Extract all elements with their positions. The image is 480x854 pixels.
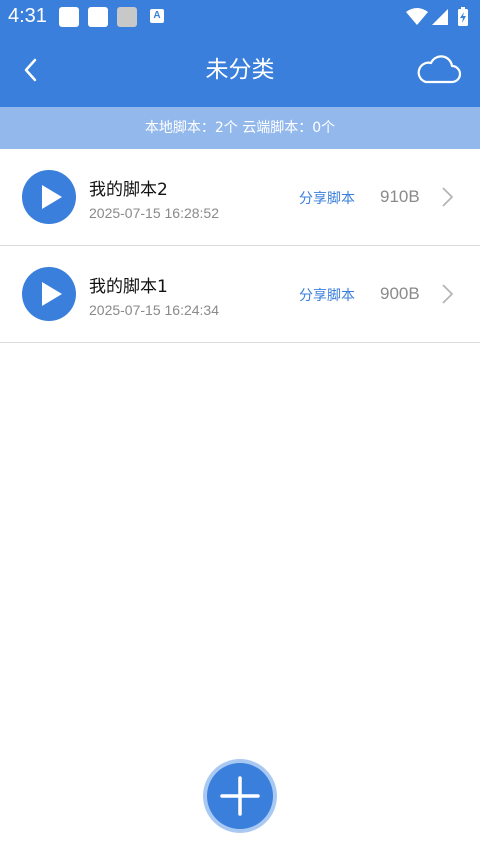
play-icon — [42, 185, 62, 209]
share-script-link[interactable]: 分享脚本 — [299, 188, 355, 208]
page-title: 未分类 — [205, 57, 275, 83]
back-button[interactable] — [10, 50, 50, 90]
script-count-summary: 本地脚本：2个 云端脚本：0个 — [0, 107, 480, 149]
chevron-right-icon — [442, 187, 453, 207]
script-name: 我的脚本1 — [89, 277, 168, 297]
cloud-icon — [417, 55, 462, 84]
app-notification-icon — [88, 7, 108, 27]
script-name: 我的脚本2 — [89, 180, 168, 200]
play-button[interactable] — [22, 170, 76, 224]
status-time: 4:31 — [8, 5, 47, 27]
play-button[interactable] — [22, 267, 76, 321]
plus-icon — [220, 776, 260, 816]
status-bar: 4:31 A — [0, 0, 480, 34]
status-icons — [406, 6, 472, 28]
app-notification-icon — [59, 7, 79, 27]
list-item[interactable]: 我的脚本2 2025-07-15 16:28:52 分享脚本 910B — [0, 149, 480, 246]
fab-inner[interactable] — [207, 763, 273, 829]
wifi-icon — [406, 8, 428, 25]
app-bar: 未分类 — [0, 34, 480, 107]
signal-icon — [432, 9, 448, 25]
add-script-button[interactable] — [203, 759, 277, 833]
app-notification-icon — [117, 7, 137, 27]
script-size: 900B — [380, 284, 420, 303]
script-size: 910B — [380, 187, 420, 206]
script-timestamp: 2025-07-15 16:24:34 — [89, 302, 219, 318]
list-item[interactable]: 我的脚本1 2025-07-15 16:24:34 分享脚本 900B — [0, 246, 480, 343]
chevron-left-icon — [24, 58, 37, 82]
script-timestamp: 2025-07-15 16:28:52 — [89, 205, 219, 221]
battery-charging-icon — [458, 7, 468, 26]
share-script-link[interactable]: 分享脚本 — [299, 285, 355, 305]
chevron-right-icon — [442, 284, 453, 304]
a-notification-icon: A — [150, 9, 164, 23]
play-icon — [42, 282, 62, 306]
cloud-button[interactable] — [414, 50, 462, 90]
script-list: 我的脚本2 2025-07-15 16:28:52 分享脚本 910B 我的脚本… — [0, 149, 480, 343]
